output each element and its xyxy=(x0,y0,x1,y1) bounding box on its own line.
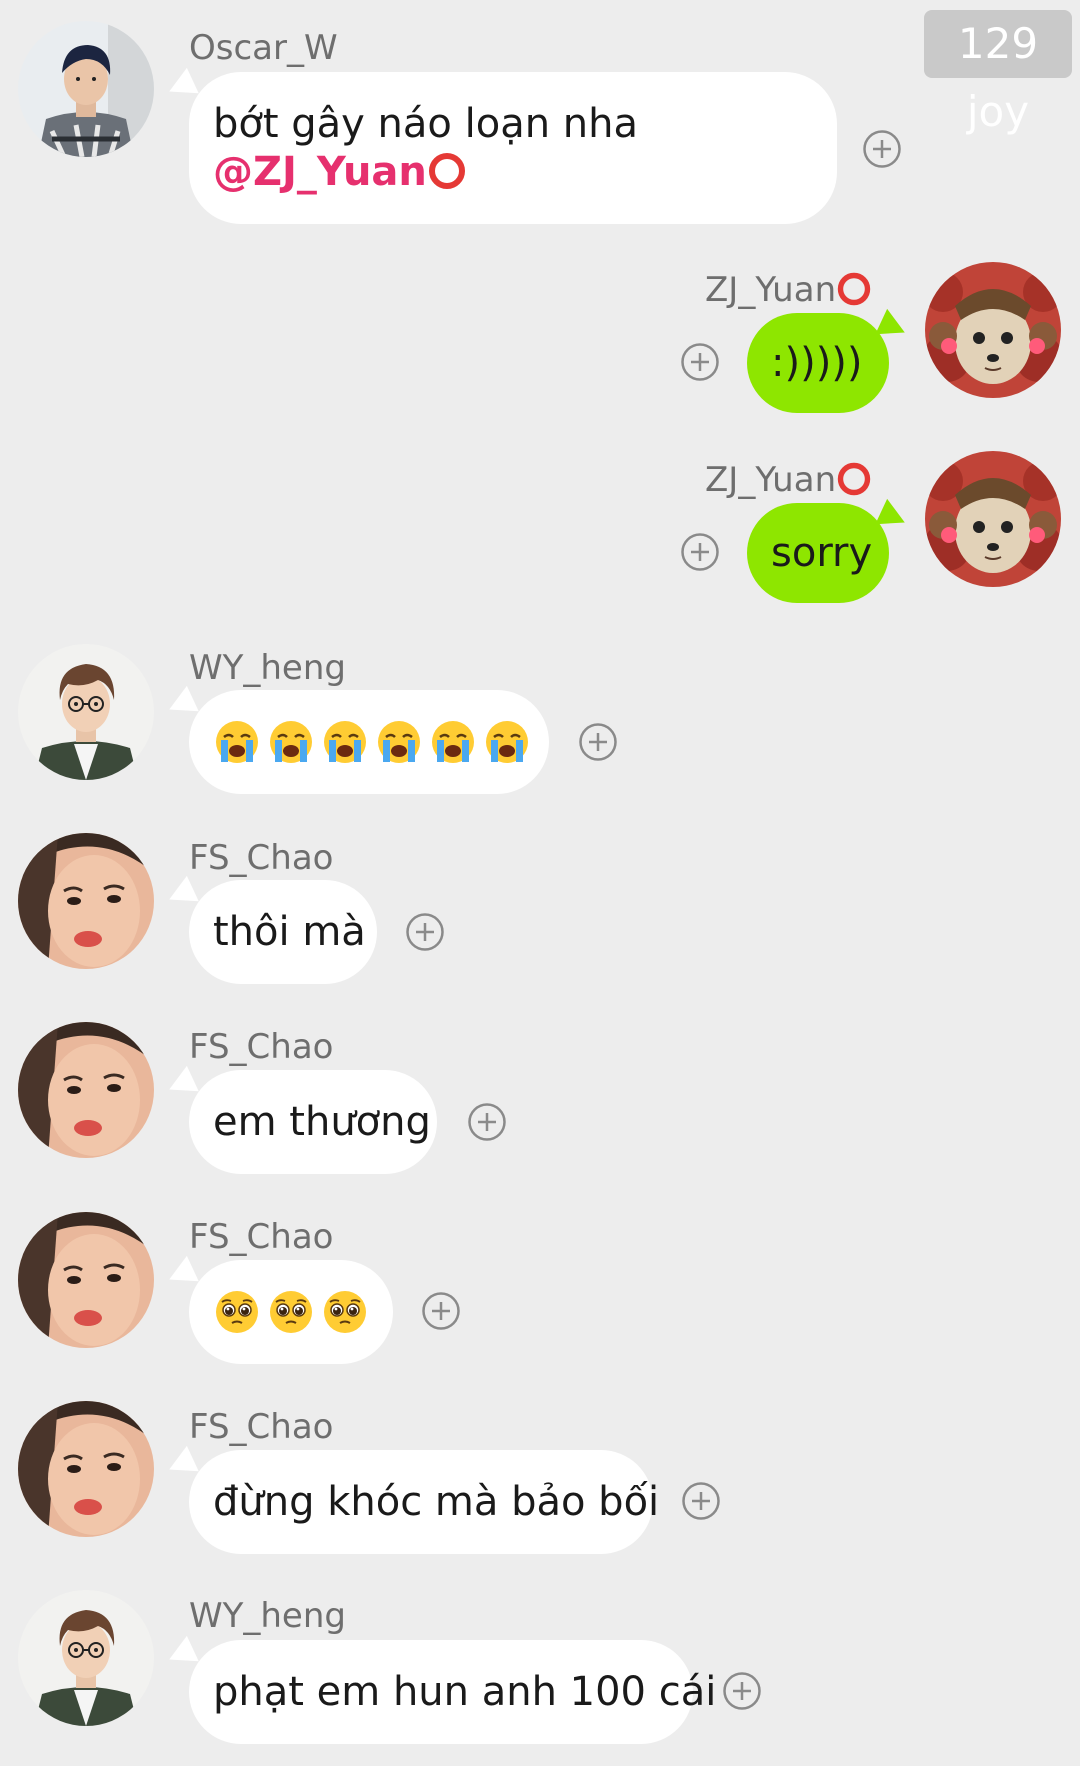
plus-circle-icon[interactable] xyxy=(862,129,902,169)
plus-circle-icon[interactable] xyxy=(680,342,720,382)
message-bubble[interactable]: em thương xyxy=(189,1070,437,1174)
sender-name: FS_Chao xyxy=(189,1027,334,1067)
sender-name: WY_heng xyxy=(189,1596,346,1636)
emoji-row xyxy=(213,690,525,794)
message-bubble[interactable]: phạt em hun anh 100 cái xyxy=(189,1640,717,1744)
red-ring-icon xyxy=(836,461,872,497)
bubble-tail xyxy=(163,875,199,913)
emoji-row xyxy=(213,1260,369,1364)
message-bubble[interactable]: sorry xyxy=(747,503,889,603)
avatar[interactable] xyxy=(18,1212,154,1348)
bubble-tail xyxy=(163,1445,199,1483)
message-text: sorry xyxy=(771,530,873,576)
plus-circle-icon[interactable] xyxy=(722,1671,762,1711)
message-text: phạt em hun anh 100 cái xyxy=(213,1669,717,1715)
sender-name: FS_Chao xyxy=(189,1217,334,1257)
message-text: em thương xyxy=(213,1099,431,1145)
loudly-crying-face-icon xyxy=(267,718,315,766)
plus-circle-icon[interactable] xyxy=(680,532,720,572)
plus-circle-icon[interactable] xyxy=(467,1102,507,1142)
loudly-crying-face-icon xyxy=(213,718,261,766)
plus-circle-icon[interactable] xyxy=(578,722,618,762)
message-bubble[interactable] xyxy=(189,1260,393,1364)
bubble-tail xyxy=(163,1065,199,1103)
bubble-tail xyxy=(163,67,199,105)
avatar[interactable] xyxy=(18,1401,154,1537)
message-text: :))))) xyxy=(771,340,863,386)
message-bubble[interactable] xyxy=(189,690,549,794)
sender-name: WY_heng xyxy=(189,648,346,688)
loudly-crying-face-icon xyxy=(483,718,531,766)
sender-name: Oscar_W xyxy=(189,28,338,68)
joy-count-badge: 129 joy xyxy=(924,10,1072,136)
avatar[interactable] xyxy=(925,262,1061,398)
message-bubble[interactable]: :))))) xyxy=(747,313,889,413)
message-bubble[interactable]: bớt gây náo loạn nha @ZJ_Yuan xyxy=(189,72,837,224)
bubble-tail xyxy=(163,1255,199,1293)
message-bubble[interactable]: đừng khóc mà bảo bối xyxy=(189,1450,660,1554)
sender-name: ZJ_Yuan xyxy=(705,460,872,500)
avatar[interactable] xyxy=(18,833,154,969)
message-text: đừng khóc mà bảo bối xyxy=(213,1479,660,1525)
sender-name: ZJ_Yuan xyxy=(705,270,872,310)
mention-link[interactable]: @ZJ_Yuan xyxy=(213,149,427,195)
red-ring-icon xyxy=(427,151,467,191)
message-bubble[interactable]: thôi mà xyxy=(189,880,377,984)
loudly-crying-face-icon xyxy=(321,718,369,766)
loudly-crying-face-icon xyxy=(429,718,477,766)
plus-circle-icon[interactable] xyxy=(405,912,445,952)
avatar[interactable] xyxy=(18,21,154,157)
avatar[interactable] xyxy=(18,644,154,780)
plus-circle-icon[interactable] xyxy=(421,1291,461,1331)
plus-circle-icon[interactable] xyxy=(681,1481,721,1521)
avatar[interactable] xyxy=(925,451,1061,587)
red-ring-icon xyxy=(836,271,872,307)
loudly-crying-face-icon xyxy=(375,718,423,766)
bubble-tail xyxy=(163,685,199,723)
avatar[interactable] xyxy=(18,1590,154,1726)
avatar[interactable] xyxy=(18,1022,154,1158)
message-text: bớt gây náo loạn nha xyxy=(213,101,638,147)
bubble-tail xyxy=(163,1635,199,1673)
message-text: thôi mà xyxy=(213,909,366,955)
pleading-face-icon xyxy=(321,1288,369,1336)
sender-name: FS_Chao xyxy=(189,1407,334,1447)
pleading-face-icon xyxy=(267,1288,315,1336)
pleading-face-icon xyxy=(213,1288,261,1336)
sender-name: FS_Chao xyxy=(189,838,334,878)
